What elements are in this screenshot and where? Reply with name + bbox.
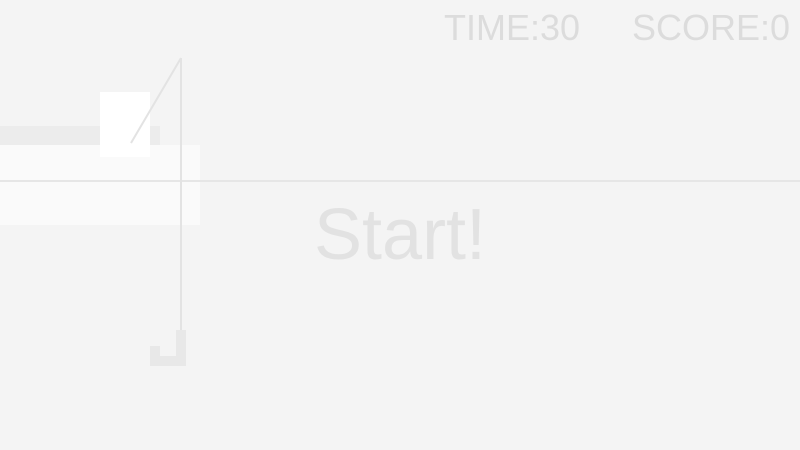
fishing-hook-icon — [150, 330, 186, 366]
start-button[interactable]: Start! — [314, 194, 486, 276]
game-canvas[interactable]: TIME:30 SCORE:0 Start! — [0, 0, 800, 450]
dock-lower-platform — [0, 145, 200, 225]
time-counter: TIME:30 — [444, 7, 581, 48]
player-character — [100, 92, 150, 157]
water-surface-line — [0, 180, 800, 182]
score-counter: SCORE:0 — [632, 7, 791, 48]
